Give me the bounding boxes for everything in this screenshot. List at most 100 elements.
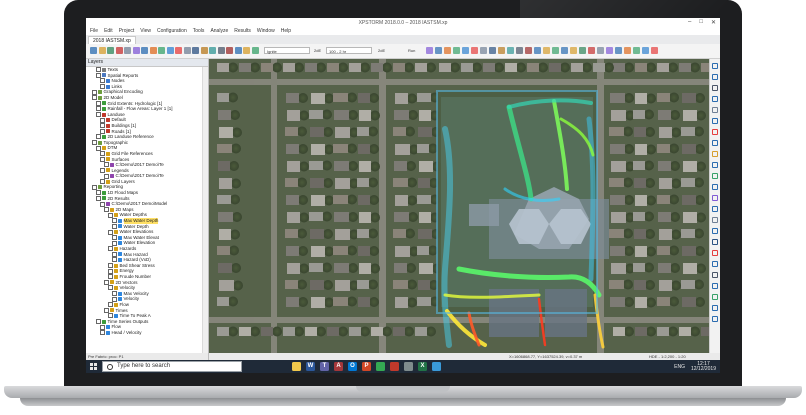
layer-visibility-checkbox[interactable] — [96, 190, 101, 196]
layer-visibility-checkbox[interactable] — [112, 235, 117, 241]
layer-visibility-checkbox[interactable] — [112, 296, 117, 302]
toolbar-tool-icon[interactable] — [462, 47, 469, 54]
layer-visibility-checkbox[interactable] — [112, 251, 117, 257]
map-tool-icon[interactable] — [712, 195, 718, 201]
map-tool-icon[interactable] — [712, 206, 718, 212]
map-tool-icon[interactable] — [712, 294, 718, 300]
access-icon[interactable]: A — [334, 362, 343, 371]
layer-visibility-checkbox[interactable] — [112, 291, 117, 297]
menu-item-project[interactable]: Project — [119, 27, 135, 35]
toolbar-tool-icon[interactable] — [158, 47, 165, 54]
menu-item-file[interactable]: File — [90, 27, 98, 35]
excel-icon[interactable]: X — [418, 362, 427, 371]
map-canvas[interactable] — [209, 59, 709, 353]
menu-item-view[interactable]: View — [140, 27, 151, 35]
toolbar-tool-icon[interactable] — [132, 47, 140, 54]
map-tool-icon[interactable] — [712, 283, 718, 289]
maximize-button[interactable]: □ — [699, 19, 703, 26]
toolbar-tool-icon[interactable] — [606, 47, 613, 54]
layer-visibility-checkbox[interactable] — [100, 324, 105, 330]
toolbar-tool-icon[interactable] — [534, 47, 541, 54]
layer-visibility-checkbox[interactable] — [100, 117, 105, 123]
map-tool-icon[interactable] — [712, 239, 718, 245]
layers-scrollbar[interactable] — [202, 67, 208, 359]
layer-visibility-checkbox[interactable] — [100, 151, 105, 157]
map-tool-icon[interactable] — [712, 74, 718, 80]
toolbar-tool-icon[interactable] — [200, 47, 208, 54]
toolbar-tool-icon[interactable] — [516, 47, 523, 54]
layer-visibility-checkbox[interactable] — [112, 240, 117, 246]
layer-visibility-checkbox[interactable] — [112, 223, 117, 229]
layer-visibility-checkbox[interactable] — [108, 313, 113, 319]
map-tool-icon[interactable] — [712, 173, 718, 179]
taskbar-search-input[interactable]: Type here to search — [102, 361, 242, 372]
toolbar-tool-icon[interactable] — [217, 47, 225, 54]
layer-visibility-checkbox[interactable] — [104, 173, 109, 179]
language-indicator[interactable]: ENG — [674, 364, 685, 370]
toolbar-tool-icon[interactable] — [525, 47, 532, 54]
clock[interactable]: 12:17 12/12/2019 — [691, 361, 716, 372]
toolbar-tool-icon[interactable] — [480, 47, 487, 54]
layer-visibility-checkbox[interactable] — [100, 78, 105, 84]
map-tool-icon[interactable] — [712, 140, 718, 146]
outlook-icon[interactable]: O — [348, 362, 357, 371]
toolbar-tool-icon[interactable] — [90, 47, 97, 54]
map-tool-icon[interactable] — [712, 85, 718, 91]
layer-visibility-checkbox[interactable] — [100, 330, 105, 336]
layer-visibility-checkbox[interactable] — [100, 128, 105, 134]
toolbar-tool-icon[interactable] — [507, 47, 514, 54]
toolbar-tool-icon[interactable] — [98, 47, 106, 54]
layer-visibility-checkbox[interactable] — [92, 89, 97, 95]
toolbar-tool-icon[interactable] — [498, 47, 505, 54]
toolbar-tool-icon[interactable] — [166, 47, 174, 54]
map-tool-icon[interactable] — [712, 118, 718, 124]
layer-visibility-checkbox[interactable] — [108, 302, 113, 308]
toolbar-tool-icon[interactable] — [426, 47, 433, 54]
layer-visibility-checkbox[interactable] — [112, 218, 117, 224]
toolbar-tool-icon[interactable] — [615, 47, 622, 54]
word-icon[interactable]: W — [306, 362, 315, 371]
menu-item-analyze[interactable]: Analyze — [210, 27, 228, 35]
layer-visibility-checkbox[interactable] — [108, 285, 113, 291]
map-tool-icon[interactable] — [712, 217, 718, 223]
layer-visibility-checkbox[interactable] — [92, 140, 97, 146]
toolbar-tool-icon[interactable] — [149, 47, 157, 54]
map-view[interactable] — [209, 59, 709, 353]
map-tool-icon[interactable] — [712, 228, 718, 234]
minimize-button[interactable]: – — [688, 19, 691, 26]
explorer-icon[interactable] — [292, 362, 301, 371]
layer-visibility-checkbox[interactable] — [108, 212, 113, 218]
toolbar-tool-icon[interactable] — [543, 47, 550, 54]
layer-visibility-checkbox[interactable] — [100, 84, 105, 90]
file-icon[interactable] — [404, 362, 413, 371]
layer-visibility-checkbox[interactable] — [96, 145, 101, 151]
scenario-combo[interactable]: Ignite — [264, 47, 310, 54]
chrome-icon[interactable] — [376, 362, 385, 371]
xpswmm-icon[interactable] — [432, 362, 441, 371]
toolbar-tool-icon[interactable] — [651, 47, 658, 54]
layer-visibility-checkbox[interactable] — [104, 307, 109, 313]
close-button[interactable]: ✕ — [711, 19, 716, 26]
event-combo[interactable]: 100 - 2 hr — [326, 47, 372, 54]
map-tool-icon[interactable] — [712, 151, 718, 157]
toolbar-tool-icon[interactable] — [175, 47, 182, 54]
layer-visibility-checkbox[interactable] — [96, 134, 101, 140]
layer-visibility-checkbox[interactable] — [100, 167, 105, 173]
layer-visibility-checkbox[interactable] — [108, 229, 113, 235]
toolbar-tool-icon[interactable] — [226, 47, 233, 54]
layer-visibility-checkbox[interactable] — [92, 95, 97, 101]
map-tool-icon[interactable] — [712, 162, 718, 168]
menu-item-edit[interactable]: Edit — [104, 27, 113, 35]
map-tool-icon[interactable] — [712, 63, 718, 69]
powerpoint-icon[interactable]: P — [362, 362, 371, 371]
toolbar-tool-icon[interactable] — [115, 47, 123, 54]
layer-visibility-checkbox[interactable] — [96, 67, 101, 73]
layer-visibility-checkbox[interactable] — [108, 263, 113, 269]
toolbar-tool-icon[interactable] — [597, 47, 604, 54]
layer-visibility-checkbox[interactable] — [108, 268, 113, 274]
map-tool-icon[interactable] — [712, 129, 718, 135]
layer-visibility-checkbox[interactable] — [112, 257, 117, 263]
toolbar-tool-icon[interactable] — [624, 47, 631, 54]
toolbar-tool-icon[interactable] — [192, 47, 199, 54]
toolbar-tool-icon[interactable] — [471, 47, 478, 54]
